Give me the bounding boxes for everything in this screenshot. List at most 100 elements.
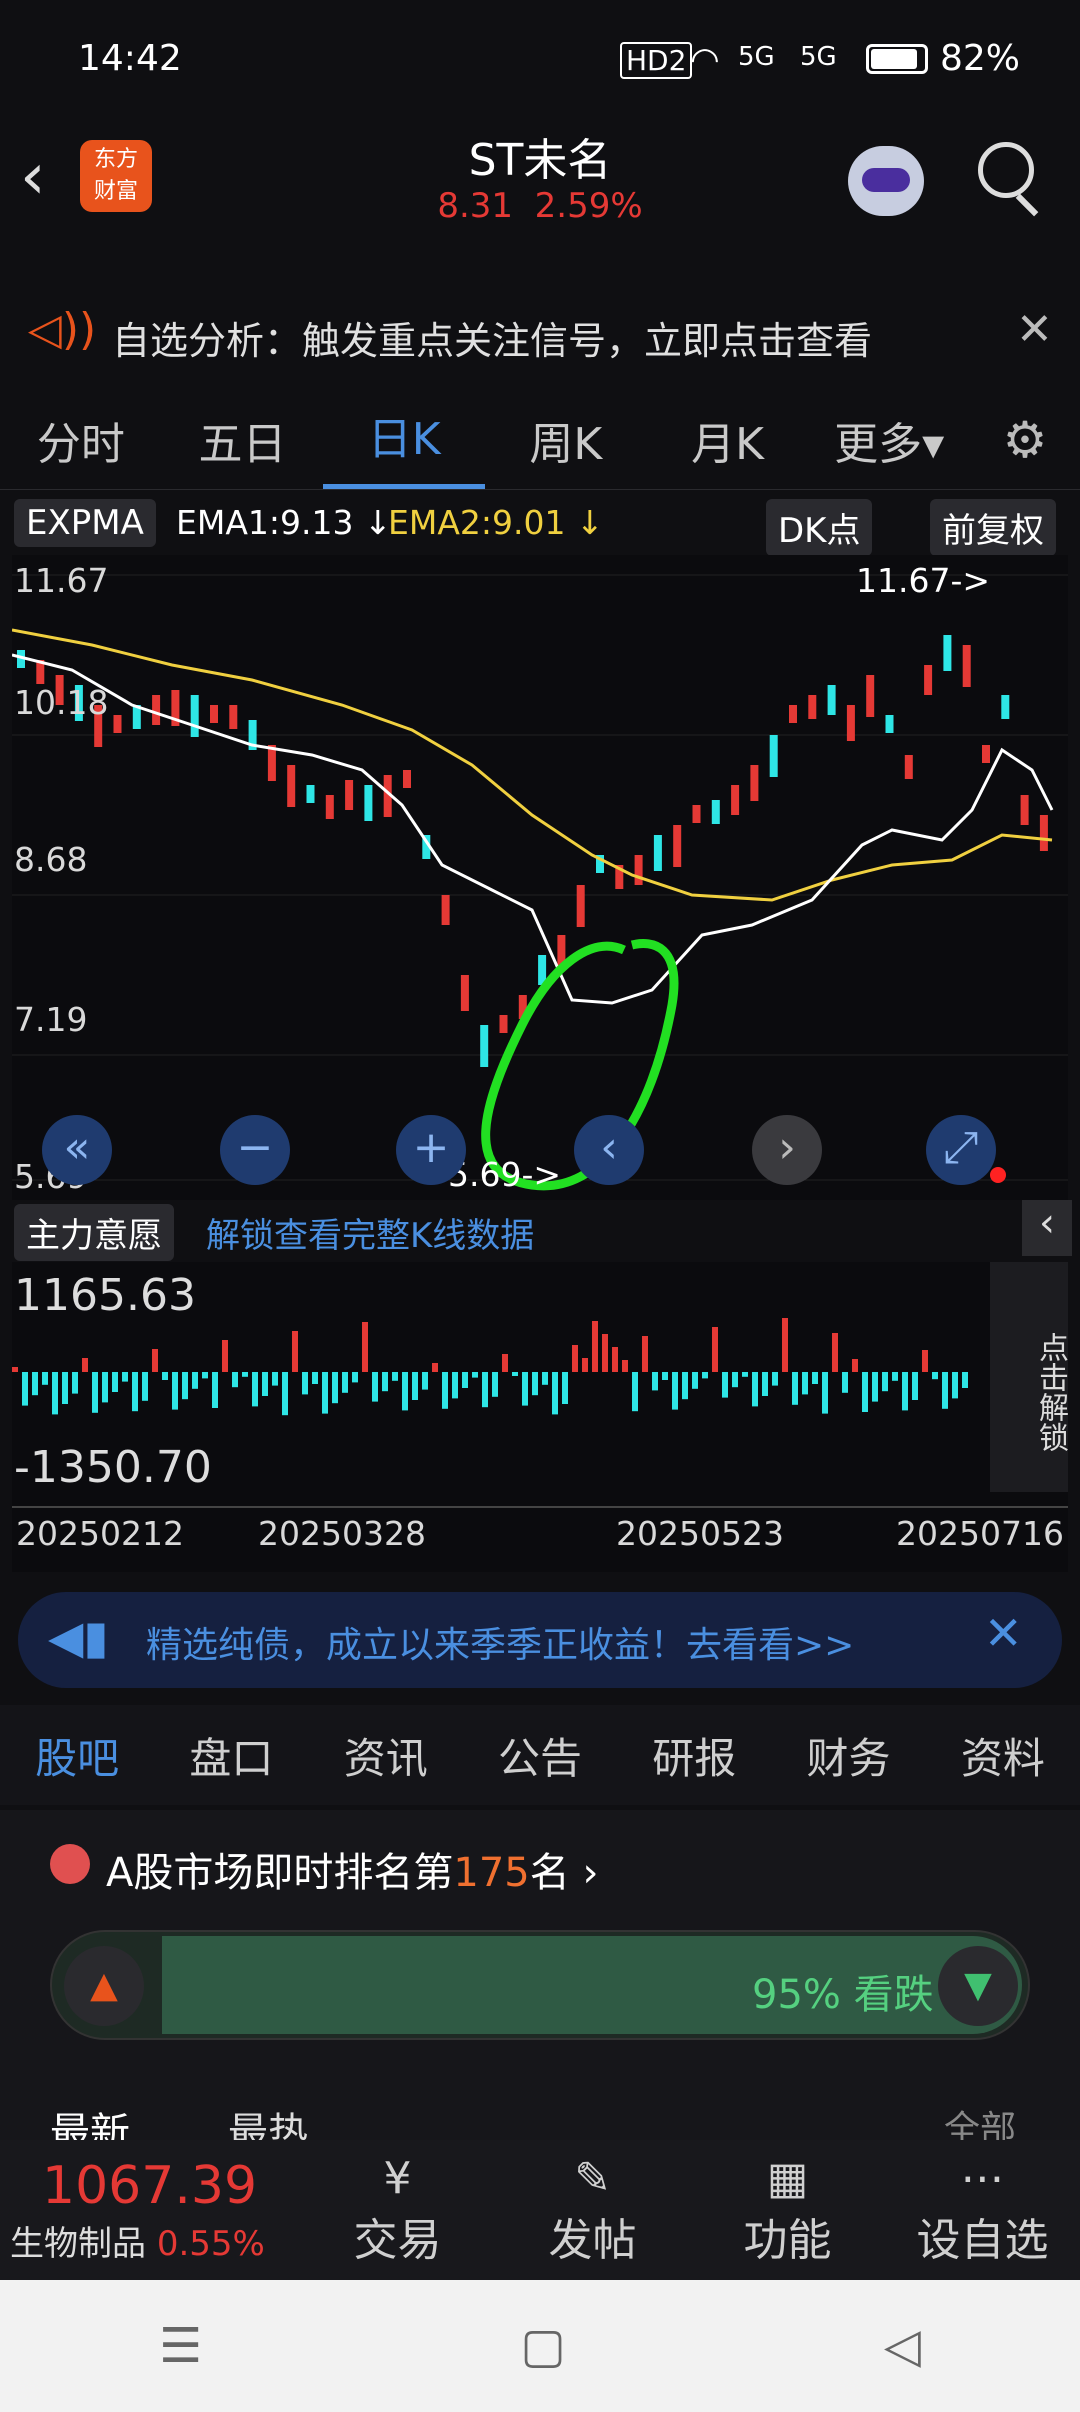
zoom-in-button[interactable]: +: [396, 1115, 466, 1185]
tab-more[interactable]: 更多▾: [808, 408, 970, 472]
ema1-label: EMA1:9.13 ↓: [176, 503, 392, 542]
flow-bar: [372, 1372, 378, 1402]
candle: [403, 770, 411, 788]
tab-daily-k[interactable]: 日K: [323, 390, 486, 489]
flow-max-label: 1165.63: [14, 1270, 196, 1321]
candle: [287, 765, 296, 807]
indicator-select[interactable]: EXPMA: [14, 499, 156, 547]
unlock-side-button[interactable]: 点击解锁: [990, 1262, 1068, 1492]
ranking-section: A股市场即时排名第175名 › ▲ 95% 看跌 ▼ 最新 最热 全部: [0, 1810, 1080, 2156]
flow-bar: [192, 1372, 198, 1389]
flow-bar: [572, 1345, 578, 1372]
candle: [1020, 795, 1029, 825]
date-tick-4: 20250716: [896, 1514, 1064, 1553]
tab-guba[interactable]: 股吧: [0, 1725, 154, 1786]
tab-announcement[interactable]: 公告: [463, 1725, 617, 1786]
flow-bar: [712, 1327, 718, 1372]
flow-bar: [322, 1372, 328, 1414]
megaphone-icon: ◀▮: [48, 1610, 109, 1664]
grid-icon: ▦: [766, 2152, 809, 2204]
index-widget[interactable]: 1067.39 生物制品 0.55%: [0, 2156, 300, 2265]
flow-bar: [702, 1372, 708, 1379]
tab-finance[interactable]: 财务: [771, 1725, 925, 1786]
flow-bar: [22, 1372, 28, 1406]
flow-bar: [342, 1372, 348, 1393]
candle: [460, 975, 469, 1011]
scroll-left-button[interactable]: ‹: [574, 1115, 644, 1185]
candle: [924, 665, 933, 695]
notice-text: 自选分析：触发重点关注信号，立即点击查看: [112, 319, 873, 363]
flow-bar: [552, 1372, 558, 1415]
price-tick-1: 11.67: [14, 561, 109, 600]
candle: [480, 1025, 489, 1067]
period-tabs: 分时 五日 日K 周K 月K 更多▾ ⚙: [0, 390, 1080, 490]
search-icon[interactable]: [978, 142, 1034, 198]
candle: [267, 745, 276, 781]
flow-bar: [612, 1347, 618, 1372]
promo-close-icon[interactable]: ✕: [984, 1606, 1023, 1660]
flow-bar: [242, 1372, 248, 1377]
flow-bar: [402, 1372, 408, 1411]
close-icon[interactable]: ✕: [1016, 304, 1053, 355]
notice-bar[interactable]: ◁)) 自选分析：触发重点关注信号，立即点击查看 ✕: [0, 290, 1080, 380]
unlock-link[interactable]: 解锁查看完整K线数据: [206, 1208, 534, 1257]
flow-bar: [142, 1372, 148, 1401]
fullscreen-button[interactable]: ⤢: [926, 1115, 996, 1185]
flow-bar: [942, 1372, 948, 1409]
flow-bar: [212, 1372, 218, 1408]
adjust-select[interactable]: 前复权: [930, 499, 1056, 556]
kline-chart[interactable]: 11.67 10.18 8.68 7.19 5.69 11.67-> 5.69-…: [11, 555, 1068, 1200]
flow-bar: [802, 1372, 808, 1395]
candle: [364, 785, 373, 821]
sub-indicator-select[interactable]: 主力意愿: [14, 1204, 174, 1261]
trade-button[interactable]: ¥ 交易: [300, 2153, 495, 2268]
flow-bar: [732, 1372, 738, 1388]
flow-bar: [812, 1372, 818, 1384]
home-icon[interactable]: ▢: [520, 2318, 565, 2374]
candle: [634, 855, 643, 885]
flow-bar: [922, 1350, 928, 1372]
back-nav-icon[interactable]: ◁: [884, 2318, 921, 2374]
add-watchlist-button[interactable]: ⋯ 设自选: [885, 2153, 1080, 2268]
candle: [808, 695, 817, 719]
flow-bar: [882, 1372, 888, 1392]
flow-bar: [82, 1358, 88, 1372]
collapse-icon[interactable]: ‹: [1022, 1200, 1072, 1256]
flow-bar: [462, 1372, 468, 1388]
flow-bar: [222, 1340, 228, 1372]
ranking-text[interactable]: A股市场即时排名第175名 ›: [106, 1840, 598, 1898]
flow-bar: [762, 1372, 768, 1396]
flow-bar: [502, 1354, 508, 1372]
candle: [1039, 815, 1048, 851]
robot-assistant-icon[interactable]: [848, 146, 924, 216]
candle: [962, 645, 971, 687]
flow-bar: [92, 1372, 98, 1413]
bearish-vote-button[interactable]: ▼: [938, 1946, 1018, 2026]
tab-weekly-k[interactable]: 周K: [485, 408, 647, 472]
index-change: 0.55%: [156, 2223, 265, 2264]
tab-pankou[interactable]: 盘口: [154, 1725, 308, 1786]
scroll-right-button[interactable]: ›: [752, 1115, 822, 1185]
dk-point-select[interactable]: DK点: [766, 499, 873, 556]
tab-monthly-k[interactable]: 月K: [647, 408, 809, 472]
function-button[interactable]: ▦ 功能: [690, 2153, 885, 2268]
gear-icon[interactable]: ⚙: [970, 411, 1080, 469]
zoom-out-button[interactable]: −: [220, 1115, 290, 1185]
bullish-vote-button[interactable]: ▲: [64, 1946, 144, 2026]
flow-bar: [262, 1372, 268, 1396]
post-button[interactable]: ✎ 发帖: [495, 2153, 690, 2268]
tab-news[interactable]: 资讯: [309, 1725, 463, 1786]
tab-minute[interactable]: 分时: [0, 408, 162, 472]
promo-banner[interactable]: ◀▮ 精选纯债，成立以来季季正收益！去看看>> ✕: [18, 1592, 1062, 1688]
menu-icon[interactable]: ☰: [159, 2318, 202, 2374]
scroll-left-fast-button[interactable]: «: [42, 1115, 112, 1185]
flow-bar: [432, 1363, 438, 1372]
tab-research[interactable]: 研报: [617, 1725, 771, 1786]
tab-five-day[interactable]: 五日: [162, 408, 324, 472]
candle: [1001, 695, 1010, 719]
flow-bar: [442, 1372, 448, 1409]
tab-profile[interactable]: 资料: [926, 1725, 1080, 1786]
candle: [692, 805, 701, 823]
flow-bar: [152, 1349, 158, 1372]
flow-bar: [722, 1372, 728, 1398]
